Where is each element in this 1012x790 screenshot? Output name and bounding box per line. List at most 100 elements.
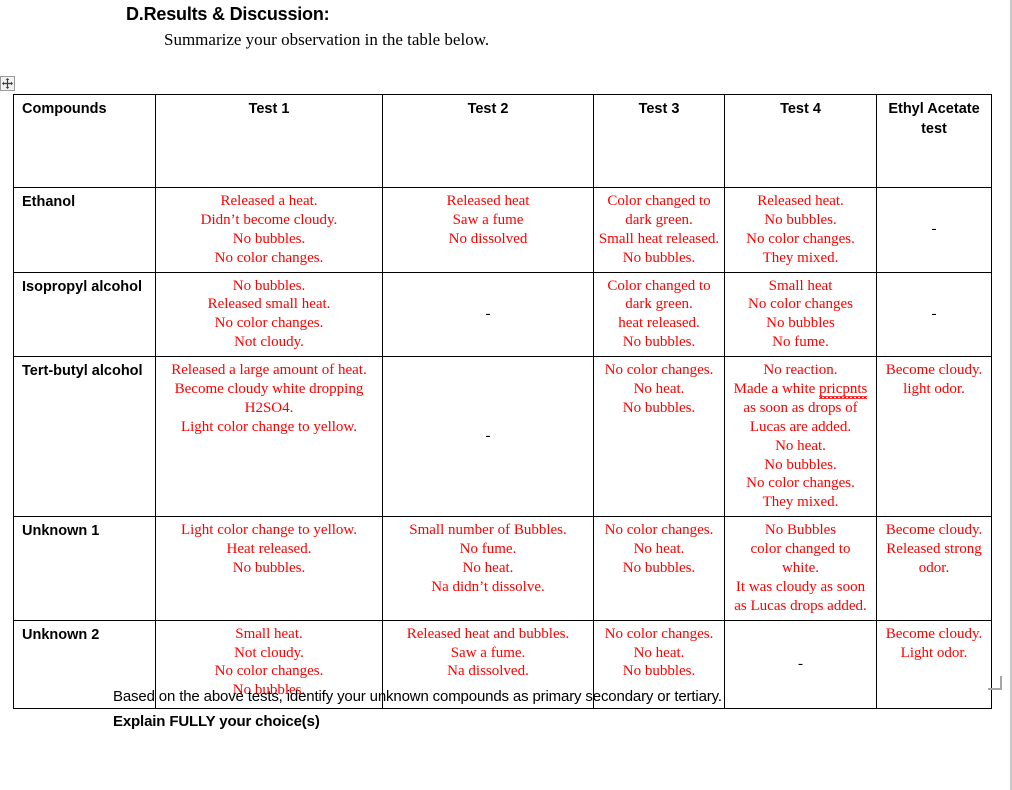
observation-line: No heat. [775,437,826,454]
compound-name: Ethanol [13,187,156,273]
observation-line: No bubbles. [232,277,306,294]
observation-ethyl-acetate: Become cloudy. Released strong odor. [876,516,992,621]
observation-line: Small heat [768,277,833,294]
observation-test1: Released a heat. Didn’t become cloudy. No … [155,187,383,273]
table-resize-handle[interactable] [988,676,1002,690]
results-observation-table: Compounds Test 1 Test 2 Test 3 Test 4 Et… [13,94,992,709]
observation-line: light odor. [903,381,965,398]
observation-line: Become cloudy. [885,625,983,642]
observation-line: Na dissolved. [447,663,529,680]
observation-line: Become cloudy. [885,522,983,539]
observation-test1: Released a large amount of heat. Become c… [155,356,383,518]
observation-line: No heat. [633,644,685,661]
observation-line: Released small heat. [207,296,331,313]
observation-line: No bubbles. [232,230,306,247]
observation-line: No bubbles. [622,663,696,680]
observation-test3: Color changed to dark green. Small heat re… [593,187,725,273]
observation-line: No color changes. [604,362,714,379]
observation-line: No bubbles. [764,456,837,473]
observation-line: Small heat. [235,625,303,642]
observation-test2: Small number of Bubbles. No fume. No heat.… [382,516,594,621]
observation-line: Not cloudy. [234,334,304,351]
observation-line: - [485,428,491,445]
move-cross-icon [2,78,13,89]
table-header-row: Compounds Test 1 Test 2 Test 3 Test 4 Et… [13,94,992,188]
observation-test3: No color changes. No heat. No bubbles. [593,516,725,621]
observation-line: Light color change to yellow. [180,418,358,435]
observation-line: Small heat released. [598,230,720,247]
observation-line: No color changes. [214,663,324,680]
observation-line: Didn’t become cloudy. [200,211,338,228]
observation-line: No bubbles. [764,211,837,228]
observation-line: Become cloudy. [885,362,983,379]
observation-line: as soon as drops of [743,399,858,416]
observation-line: No color changes. [746,230,855,247]
compound-name: Unknown 1 [13,516,156,621]
observation-line: Released a heat. [220,193,318,209]
table-row: Isopropyl alcohol No bubbles. Released sm… [13,271,992,358]
observation-line: Color changed to [607,193,711,209]
observation-line: They mixed. [762,249,839,266]
observation-line: Light color change to yellow. [180,522,358,539]
observation-ethyl-acetate: - [876,187,992,273]
observation-test2: Released heat Saw a fume No dissolved [382,187,594,273]
observation-line: as Lucas drops added. [734,597,867,614]
observation-line: They mixed. [762,494,839,511]
observation-line: Released heat and bubbles. [406,625,570,642]
observation-line: dark green. [625,296,693,313]
observation-line: No heat. [633,541,685,558]
footer-block: Based on the above tests, identify your … [113,688,973,730]
column-header-test1: Test 1 [155,94,383,188]
observation-line: Released strong odor. [886,541,982,577]
observation-line: No bubbles. [622,399,696,416]
table-move-handle-icon[interactable] [0,76,15,91]
observation-line: No color changes. [746,475,855,492]
observation-line: Released a large amount of heat. [171,362,367,379]
observation-test3: Color changed to dark green. heat released… [593,271,725,358]
observation-line: Small number of Bubbles. [409,522,567,539]
page-title: D.Results & Discussion: [126,4,330,24]
observation-line: No bubbles. [622,334,696,351]
misspelled-word[interactable]: pricpnts [819,381,867,397]
observation-line: color changed to [750,541,851,558]
observation-line: Color changed to [607,277,711,294]
observation-line: - [931,221,937,238]
observation-line: Released heat [446,193,530,209]
observation-line: - [931,305,937,322]
observation-line: No color changes. [604,625,714,642]
observation-test1: Light color change to yellow. Heat releas… [155,516,383,621]
observation-line: No fume. [772,334,829,351]
observation-line: dark green. [625,211,693,228]
observation-line: Become cloudy white dropping H2SO4. [174,381,364,416]
column-header-test2: Test 2 [382,94,594,188]
observation-line: Saw a fume [452,211,524,228]
observation-line: Saw a fume. [450,644,526,661]
observation-line: No color changes. [214,249,324,266]
observation-test4: No Bubbles color changed to white. It was c… [724,516,877,621]
observation-ethyl-acetate: - [876,271,992,358]
observation-line: Lucas are added. [749,418,852,435]
observation-line: No bubbles. [232,560,306,577]
observation-line: Na didn’t dissolve. [431,578,545,595]
compound-name: Isopropyl alcohol [13,271,156,358]
column-header-compounds: Compounds [13,94,156,188]
table-row: Unknown 1 Light color change to yellow. H… [13,516,992,621]
observation-line: No color changes. [604,522,714,539]
observation-line: - [798,655,803,672]
observation-test4: No reaction. Made a white pricpnts as soon… [724,356,877,518]
section-heading-block: D.Results & Discussion: [126,4,926,25]
table-row: Ethanol Released a heat. Didn’t become cl… [13,187,992,273]
observation-test2: - [382,271,594,358]
observation-line: Released heat. [757,193,844,209]
observation-line: No dissolved [448,230,528,247]
observation-test3: No color changes. No heat. No bubbles. [593,356,725,518]
column-header-test3: Test 3 [593,94,725,188]
observation-line: No heat. [462,560,514,577]
compound-name: Tert-butyl alcohol [13,356,156,518]
observation-line: Made a white pricpnts [733,381,868,398]
observation-line: No Bubbles [764,522,837,539]
observation-line: heat released. [618,315,700,332]
observation-line: - [485,305,491,322]
observation-line: Light odor. [900,644,968,661]
observation-test1: No bubbles. Released small heat. No color … [155,271,383,358]
